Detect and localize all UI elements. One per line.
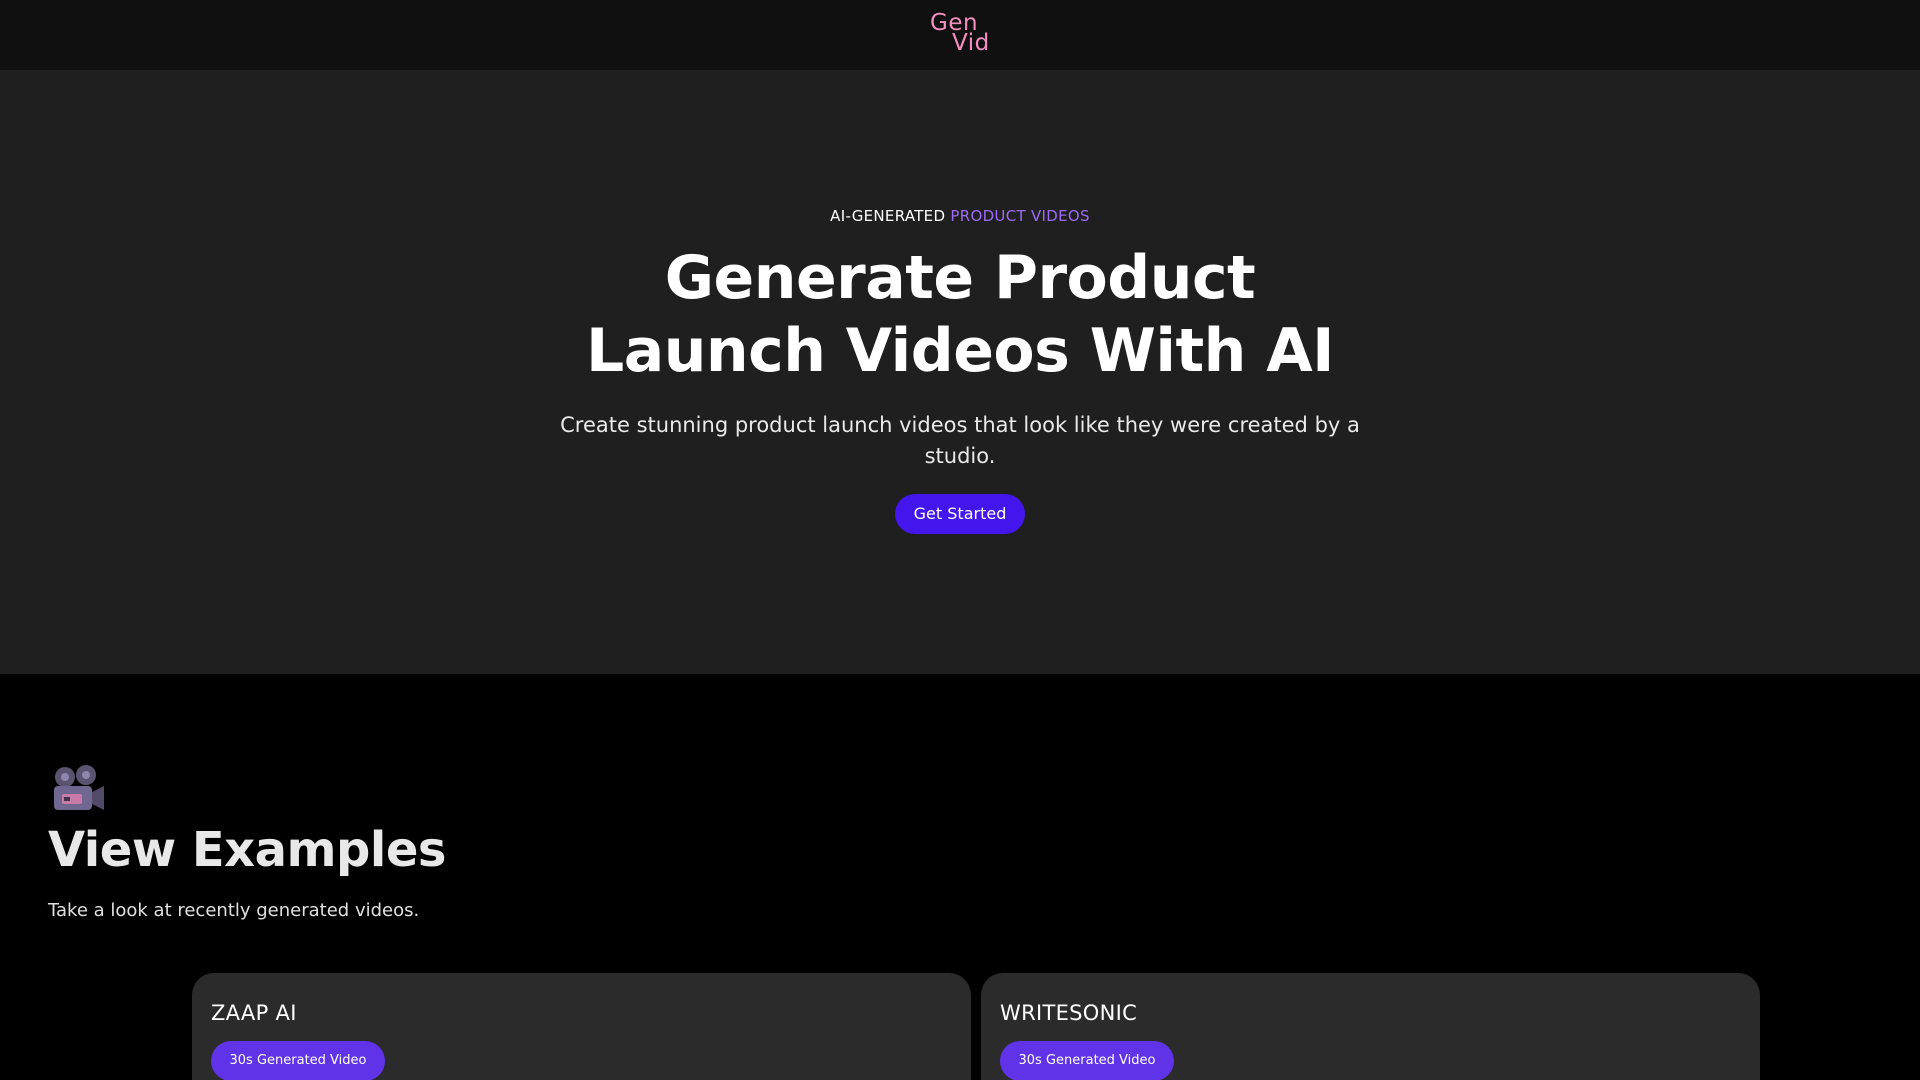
hero-subtitle: Create stunning product launch videos th… [560,413,1360,468]
eyebrow-purple-text: PRODUCT VIDEOS [950,207,1090,225]
genvid-logo[interactable]: Gen Vid [930,10,1000,60]
example-card[interactable]: WRITESONIC 30s Generated Video [981,973,1760,1080]
hero-section: AI-GENERATED PRODUCT VIDEOS Generate Pro… [0,70,1920,674]
top-bar: Gen Vid [0,0,1920,70]
video-duration-badge[interactable]: 30s Generated Video [211,1041,385,1080]
hero-eyebrow: AI-GENERATED PRODUCT VIDEOS [0,207,1920,225]
section-title: View Examples [48,822,446,878]
hero-title: Generate Product Launch Videos With AI [585,243,1335,386]
video-duration-badge[interactable]: 30s Generated Video [1000,1041,1174,1080]
movie-camera-icon [54,765,104,810]
card-title: WRITESONIC [1000,1001,1138,1025]
card-title: ZAAP AI [211,1001,297,1025]
section-subtitle: Take a look at recently generated videos… [48,900,420,921]
example-card[interactable]: ZAAP AI 30s Generated Video [192,973,971,1080]
examples-section: View Examples Take a look at recently ge… [0,674,1920,1080]
get-started-button[interactable]: Get Started [895,494,1025,534]
eyebrow-white-text: AI-GENERATED [830,207,946,225]
logo-line-2: Vid [952,30,990,56]
